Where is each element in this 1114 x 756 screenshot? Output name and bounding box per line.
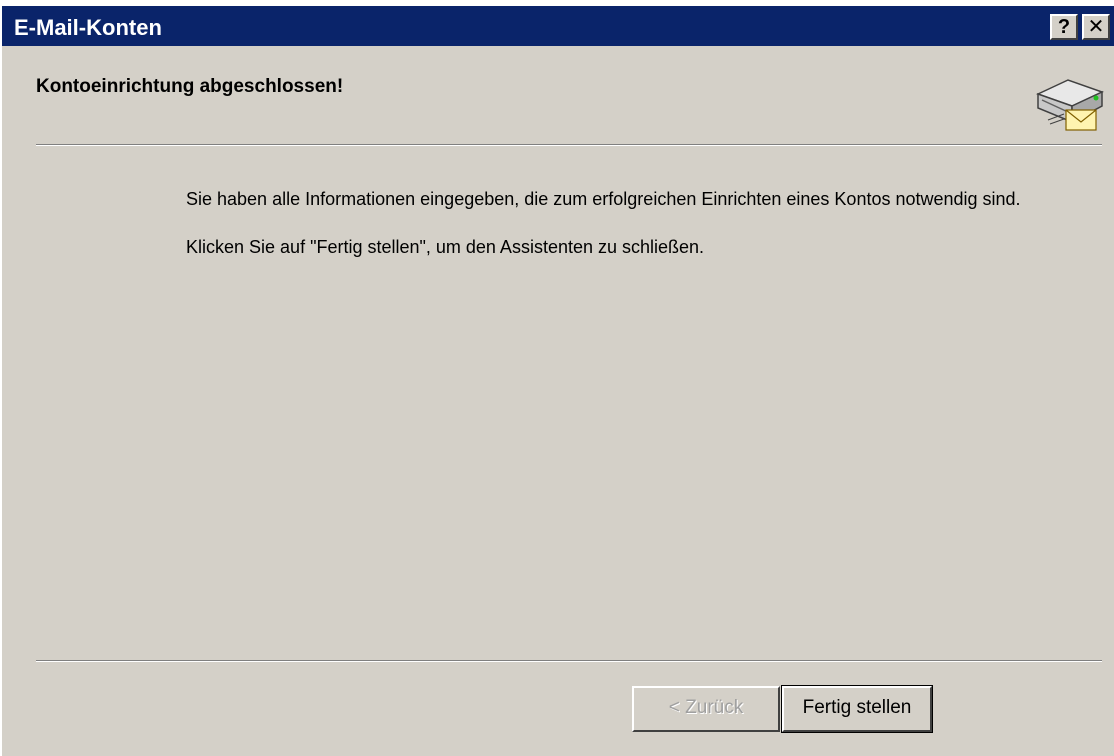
help-button[interactable]: ?: [1050, 14, 1078, 40]
finish-button[interactable]: Fertig stellen: [781, 685, 933, 733]
help-icon: ?: [1057, 16, 1071, 38]
back-button[interactable]: < Zurück: [632, 686, 780, 732]
close-button[interactable]: ✕: [1082, 14, 1110, 40]
page-title: Kontoeinrichtung abgeschlossen!: [36, 76, 344, 97]
email-accounts-dialog: E-Mail-Konten ? ✕ Kontoeinrichtung abges…: [0, 0, 1114, 756]
message-body: Sie haben alle Informationen eingegeben,…: [186, 186, 1066, 282]
info-paragraph: Sie haben alle Informationen eingegeben,…: [186, 189, 1021, 209]
header-separator: [36, 144, 1102, 146]
window-title: E-Mail-Konten: [14, 15, 162, 40]
footer-separator: [36, 660, 1102, 662]
title-bar[interactable]: E-Mail-Konten ? ✕: [2, 0, 1114, 46]
close-icon: ✕: [1087, 16, 1105, 38]
instruction-paragraph: Klicken Sie auf "Fertig stellen", um den…: [186, 237, 705, 257]
mail-server-icon: [1036, 79, 1104, 131]
